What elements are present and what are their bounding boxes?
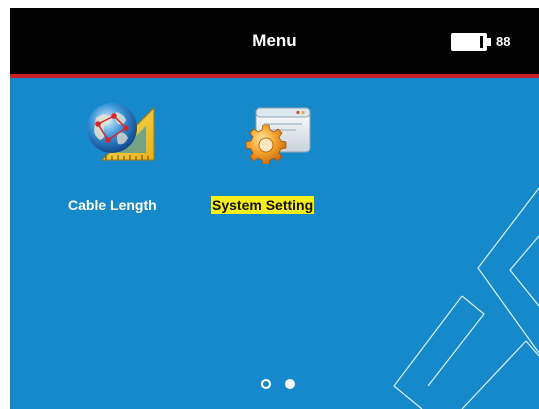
page-indicator-dot-2[interactable] [285, 379, 295, 389]
app-cable-length[interactable]: Cable Length [62, 100, 192, 220]
app-label-cable-length: Cable Length [68, 197, 157, 213]
app-system-setting[interactable]: System Setting [211, 100, 361, 220]
app-label-system-setting: System Setting [211, 196, 315, 214]
page-indicator-dot-1[interactable] [261, 379, 271, 389]
settings-gear-icon [244, 102, 314, 166]
device-screen: Menu 88 Cable Length System Setting [10, 8, 539, 409]
globe-ruler-icon [82, 100, 156, 164]
